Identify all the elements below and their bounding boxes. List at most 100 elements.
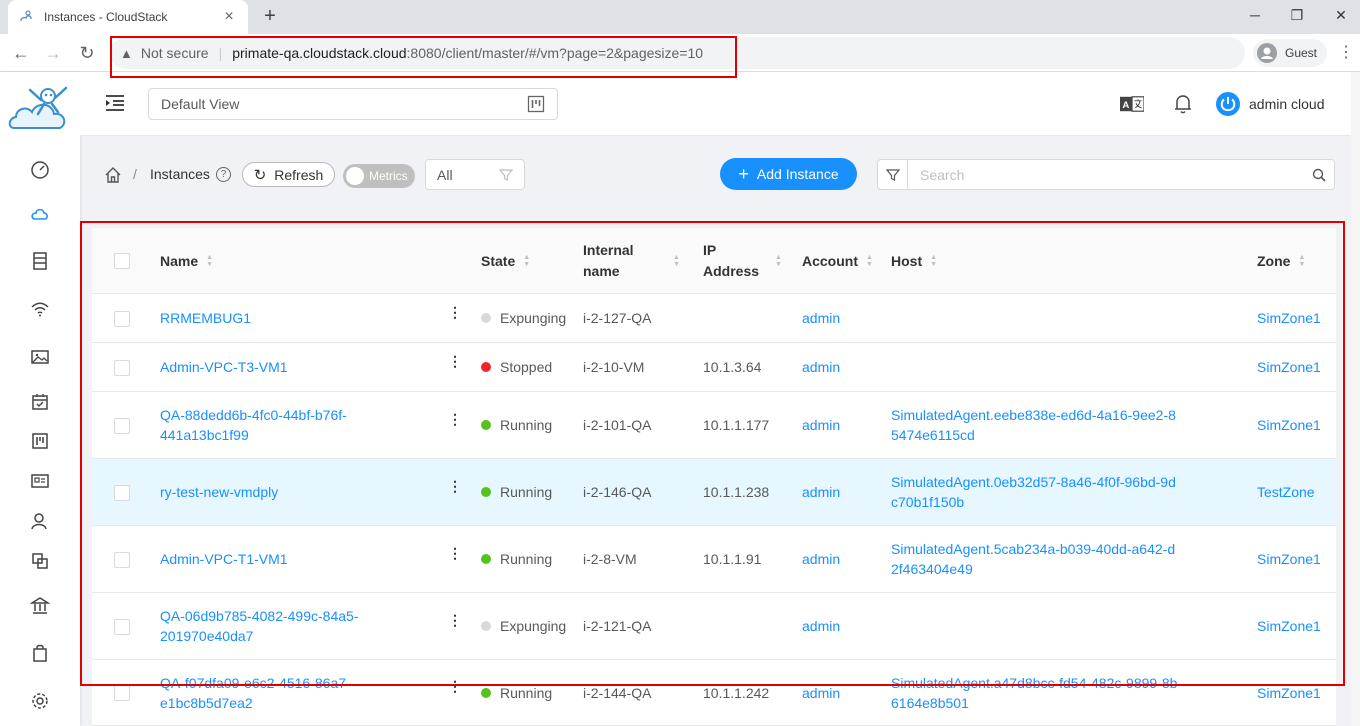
instance-name-link[interactable]: RRMEMBUG1 <box>160 308 251 328</box>
row-checkbox[interactable] <box>114 359 130 376</box>
account-link[interactable]: admin <box>802 415 840 435</box>
account-link[interactable]: admin <box>802 357 840 377</box>
infrastructure-bank-icon[interactable] <box>28 594 52 618</box>
row-checkbox[interactable] <box>114 484 130 501</box>
close-window-icon[interactable]: ✕ <box>1318 0 1360 30</box>
sort-icon[interactable]: ▲ ▼ <box>206 254 213 268</box>
table-row[interactable]: ry-test-new-vmdply ⋮ Running i-2-146-QA 10.1… <box>92 459 1336 526</box>
home-icon[interactable] <box>104 166 122 184</box>
configuration-gear-icon[interactable] <box>28 689 52 713</box>
account-link[interactable]: admin <box>802 683 840 703</box>
instance-name-link[interactable]: QA-f07dfa09-e6c2-4516-86a7-e1bc8b5d7ea2 <box>160 673 380 713</box>
zone-link[interactable]: SimZone1 <box>1257 549 1321 569</box>
table-row[interactable]: QA-f07dfa09-e6c2-4516-86a7-e1bc8b5d7ea2 ⋮… <box>92 660 1336 726</box>
zone-link[interactable]: TestZone <box>1257 482 1315 502</box>
sort-icon[interactable]: ▲ ▼ <box>673 254 680 268</box>
instance-name-link[interactable]: Admin-VPC-T3-VM1 <box>160 357 288 377</box>
translate-icon[interactable]: A <box>1120 92 1144 116</box>
compute-cloud-icon[interactable] <box>28 202 52 226</box>
table-row[interactable]: Admin-VPC-T1-VM1 ⋮ Running i-2-8-VM 10.1.1.9… <box>92 526 1336 593</box>
profile-button[interactable]: Guest <box>1253 39 1327 67</box>
row-actions-icon[interactable]: ⋮ <box>448 546 462 560</box>
column-header-state[interactable]: State ▲ ▼ <box>481 228 530 294</box>
row-actions-icon[interactable]: ⋮ <box>448 679 462 693</box>
service-offerings-bag-icon[interactable] <box>28 641 52 665</box>
column-header-account[interactable]: Account ▲ ▼ <box>802 228 873 294</box>
sort-icon[interactable]: ▲ ▼ <box>1298 254 1305 268</box>
zone-link[interactable]: SimZone1 <box>1257 357 1321 377</box>
cloudstack-logo[interactable] <box>8 78 74 136</box>
row-actions-icon[interactable]: ⋮ <box>448 354 462 368</box>
address-bar[interactable]: ▲ Not secure | primate-qa.cloudstack.clo… <box>110 37 1245 69</box>
notification-bell-icon[interactable] <box>1171 92 1195 116</box>
column-header-ip-address[interactable]: IP Address ▲ ▼ <box>703 228 782 294</box>
account-link[interactable]: admin <box>802 482 840 502</box>
maximize-icon[interactable]: ❐ <box>1274 0 1320 30</box>
zone-link[interactable]: SimZone1 <box>1257 683 1321 703</box>
column-header-name[interactable]: Name ▲ ▼ <box>160 228 213 294</box>
zone-link[interactable]: SimZone1 <box>1257 616 1321 636</box>
network-wifi-icon[interactable] <box>28 297 52 321</box>
table-row[interactable]: QA-88dedd6b-4fc0-44bf-b76f-441a13bc1f99 ⋮… <box>92 392 1336 459</box>
row-actions-icon[interactable]: ⋮ <box>448 412 462 426</box>
instance-name-link[interactable]: QA-88dedd6b-4fc0-44bf-b76f-441a13bc1f99 <box>160 405 380 445</box>
metrics-toggle[interactable]: Metrics <box>343 164 415 188</box>
select-all-checkbox[interactable] <box>114 253 130 269</box>
row-checkbox[interactable] <box>114 310 130 327</box>
not-secure-label[interactable]: Not secure <box>141 45 209 61</box>
host-link[interactable]: SimulatedAgent.5cab234a-b039-40dd-a642-d… <box>891 539 1181 579</box>
new-tab-icon[interactable]: + <box>258 4 282 28</box>
table-row[interactable]: QA-06d9b785-4082-499c-84a5-201970e40da7 ⋮… <box>92 593 1336 660</box>
row-checkbox[interactable] <box>114 551 130 568</box>
search-button[interactable] <box>1304 168 1334 182</box>
search-input[interactable] <box>908 160 1304 189</box>
row-checkbox[interactable] <box>114 685 130 701</box>
row-checkbox[interactable] <box>114 417 130 434</box>
refresh-button[interactable]: ↻ Refresh <box>242 162 335 187</box>
back-icon[interactable]: ← <box>8 40 34 66</box>
table-row[interactable]: Admin-VPC-T3-VM1 ⋮ Stopped i-2-10-VM 10.1.3.… <box>92 343 1336 392</box>
account-link[interactable]: admin <box>802 616 840 636</box>
events-calendar-icon[interactable] <box>28 390 52 414</box>
page-scrollbar[interactable] <box>1351 72 1360 726</box>
sort-icon[interactable]: ▲ ▼ <box>930 254 937 268</box>
project-selector[interactable]: Default View <box>148 88 558 120</box>
browser-tab[interactable]: Instances - CloudStack × <box>8 0 248 34</box>
domains-icon[interactable] <box>28 549 52 573</box>
browser-menu-icon[interactable]: ⋮ <box>1338 40 1354 66</box>
accounts-users-icon[interactable] <box>28 509 52 533</box>
account-link[interactable]: admin <box>802 549 840 569</box>
menu-fold-icon[interactable] <box>104 92 126 114</box>
instance-name-link[interactable]: ry-test-new-vmdply <box>160 482 278 502</box>
sort-icon[interactable]: ▲ ▼ <box>866 254 873 268</box>
sort-icon[interactable]: ▲ ▼ <box>523 254 530 268</box>
row-actions-icon[interactable]: ⋮ <box>448 479 462 493</box>
zone-link[interactable]: SimZone1 <box>1257 415 1321 435</box>
user-menu[interactable]: admin cloud <box>1215 91 1325 117</box>
search-filter-button[interactable] <box>878 160 908 189</box>
forward-icon[interactable]: → <box>40 40 66 66</box>
images-icon[interactable] <box>28 345 52 369</box>
column-header-host[interactable]: Host ▲ ▼ <box>891 228 937 294</box>
projects-board-icon[interactable] <box>28 429 52 453</box>
reload-icon[interactable]: ↻ <box>74 40 100 66</box>
row-actions-icon[interactable]: ⋮ <box>448 305 462 319</box>
column-header-internal-name[interactable]: Internal name ▲ ▼ <box>583 228 680 294</box>
add-instance-button[interactable]: + Add Instance <box>720 158 857 190</box>
host-link[interactable]: SimulatedAgent.0eb32d57-8a46-4f0f-96bd-9… <box>891 472 1181 512</box>
table-row[interactable]: RRMEMBUG1 ⋮ Expunging i-2-127-QA admin SimZon… <box>92 294 1336 343</box>
account-link[interactable]: admin <box>802 308 840 328</box>
column-header-zone[interactable]: Zone ▲ ▼ <box>1257 228 1305 294</box>
help-icon[interactable]: ? <box>216 167 231 182</box>
instance-name-link[interactable]: Admin-VPC-T1-VM1 <box>160 549 288 569</box>
instance-name-link[interactable]: QA-06d9b785-4082-499c-84a5-201970e40da7 <box>160 606 380 646</box>
dashboard-icon[interactable] <box>28 158 52 182</box>
filter-select[interactable]: All <box>425 159 525 190</box>
roles-id-card-icon[interactable] <box>28 469 52 493</box>
row-checkbox[interactable] <box>114 618 130 635</box>
sort-icon[interactable]: ▲ ▼ <box>775 254 782 268</box>
minimize-icon[interactable]: ─ <box>1232 0 1278 30</box>
close-tab-icon[interactable]: × <box>220 8 238 26</box>
host-link[interactable]: SimulatedAgent.a47d8bcc-fd54-482c-9899-8… <box>891 673 1181 713</box>
row-actions-icon[interactable]: ⋮ <box>448 613 462 627</box>
